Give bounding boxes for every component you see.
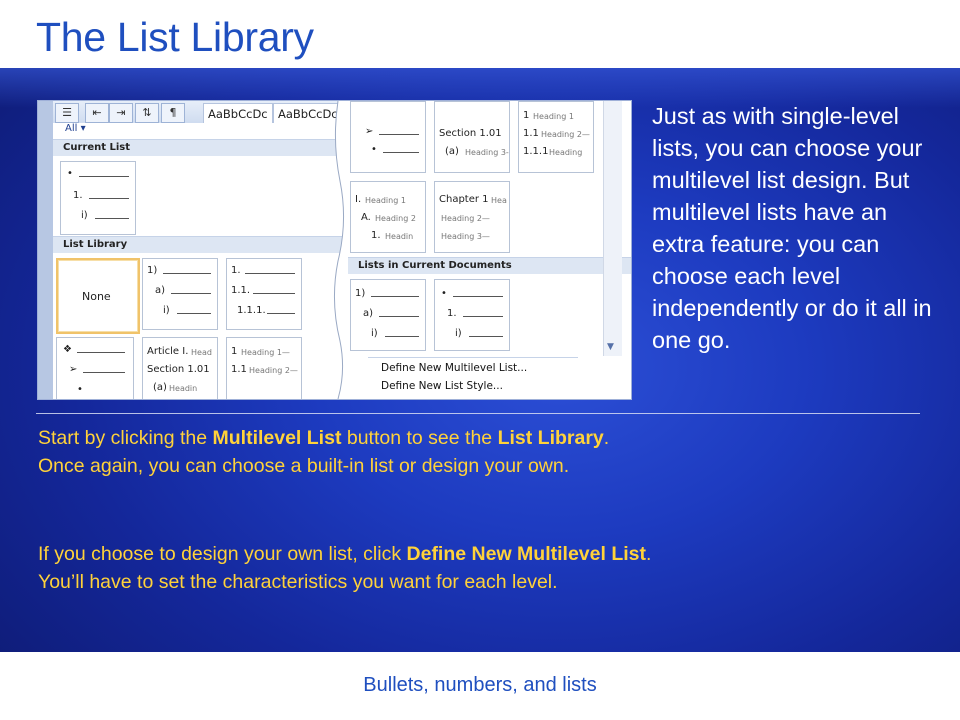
none-list-tile[interactable]: None	[56, 258, 140, 334]
style-preview-1: AaBbCcDc	[203, 103, 273, 125]
list-tile-decimal-outline[interactable]: 1. 1.1. 1.1.1.	[226, 258, 302, 330]
doc-list-tile-1[interactable]: 1) a) i)	[350, 279, 426, 351]
doc-list-tile-2[interactable]: • 1. i)	[434, 279, 510, 351]
define-new-multilevel-list-item[interactable]: Define New Multilevel List...	[381, 362, 527, 374]
right-description: Just as with single-level lists, you can…	[652, 103, 932, 353]
scroll-down-icon: ▼	[607, 342, 614, 352]
list-tile-roman-headings[interactable]: I. Heading 1 A. Heading 2 1. Headin	[350, 181, 426, 253]
multilevel-list-icon: ☰	[55, 103, 79, 123]
list-library-screenshot: ☰ ⇤ ⇥ ⇅ ¶ AaBbCcDc AaBbCcDc All ▾ Curren…	[37, 100, 632, 400]
horizontal-divider	[36, 413, 920, 414]
list-tile-symbols-continued[interactable]: ➢ •	[350, 101, 426, 173]
list-tile-article-section[interactable]: Article I. Head Section 1.01 (a) Headin	[142, 337, 218, 399]
list-menu: Define New Multilevel List... Define New…	[368, 357, 578, 399]
right-gallery-panel: ➢ • Section 1.01 (a) Heading 3- 1 Heading …	[348, 101, 631, 399]
list-tile-heading-numbers[interactable]: 1 Heading 1— 1.1 Heading 2—	[226, 337, 302, 399]
gallery-scrollbar[interactable]: ▼	[603, 101, 622, 356]
decrease-indent-icon: ⇤	[85, 103, 109, 123]
current-list-tile[interactable]: • 1. i)	[60, 161, 136, 235]
list-library-header: List Library	[53, 236, 345, 253]
define-new-list-style-item[interactable]: Define New List Style...	[381, 380, 503, 392]
sort-icon: ⇅	[135, 103, 159, 123]
increase-indent-icon: ⇥	[109, 103, 133, 123]
list-tile-chapter-headings[interactable]: Chapter 1 Hea Heading 2— Heading 3—	[434, 181, 510, 253]
instruction-paragraph-2: If you choose to design your own list, c…	[38, 543, 652, 593]
instruction-paragraph-1: Start by clicking the Multilevel List bu…	[38, 427, 610, 477]
chevron-down-icon: ▾	[80, 123, 86, 134]
list-tile-numbered-paren[interactable]: 1) a) i)	[142, 258, 218, 330]
filter-all: All ▾	[53, 123, 345, 137]
pilcrow-icon: ¶	[161, 103, 185, 123]
ribbon-strip: ☰ ⇤ ⇥ ⇅ ¶ AaBbCcDc AaBbCcDc	[53, 101, 349, 125]
footer-text: Bullets, numbers, and lists	[363, 674, 597, 696]
list-tile-heading-continued[interactable]: 1 Heading 1 1.1 Heading 2— 1.1.1 Heading	[518, 101, 594, 173]
list-tile-section-continued[interactable]: Section 1.01 (a) Heading 3-	[434, 101, 510, 173]
list-tile-symbols[interactable]: ❖ ➢ •	[56, 337, 134, 399]
lists-in-current-documents-header: Lists in Current Documents	[348, 257, 631, 274]
current-list-header: Current List	[53, 139, 345, 156]
slide-title: The List Library	[36, 14, 314, 60]
